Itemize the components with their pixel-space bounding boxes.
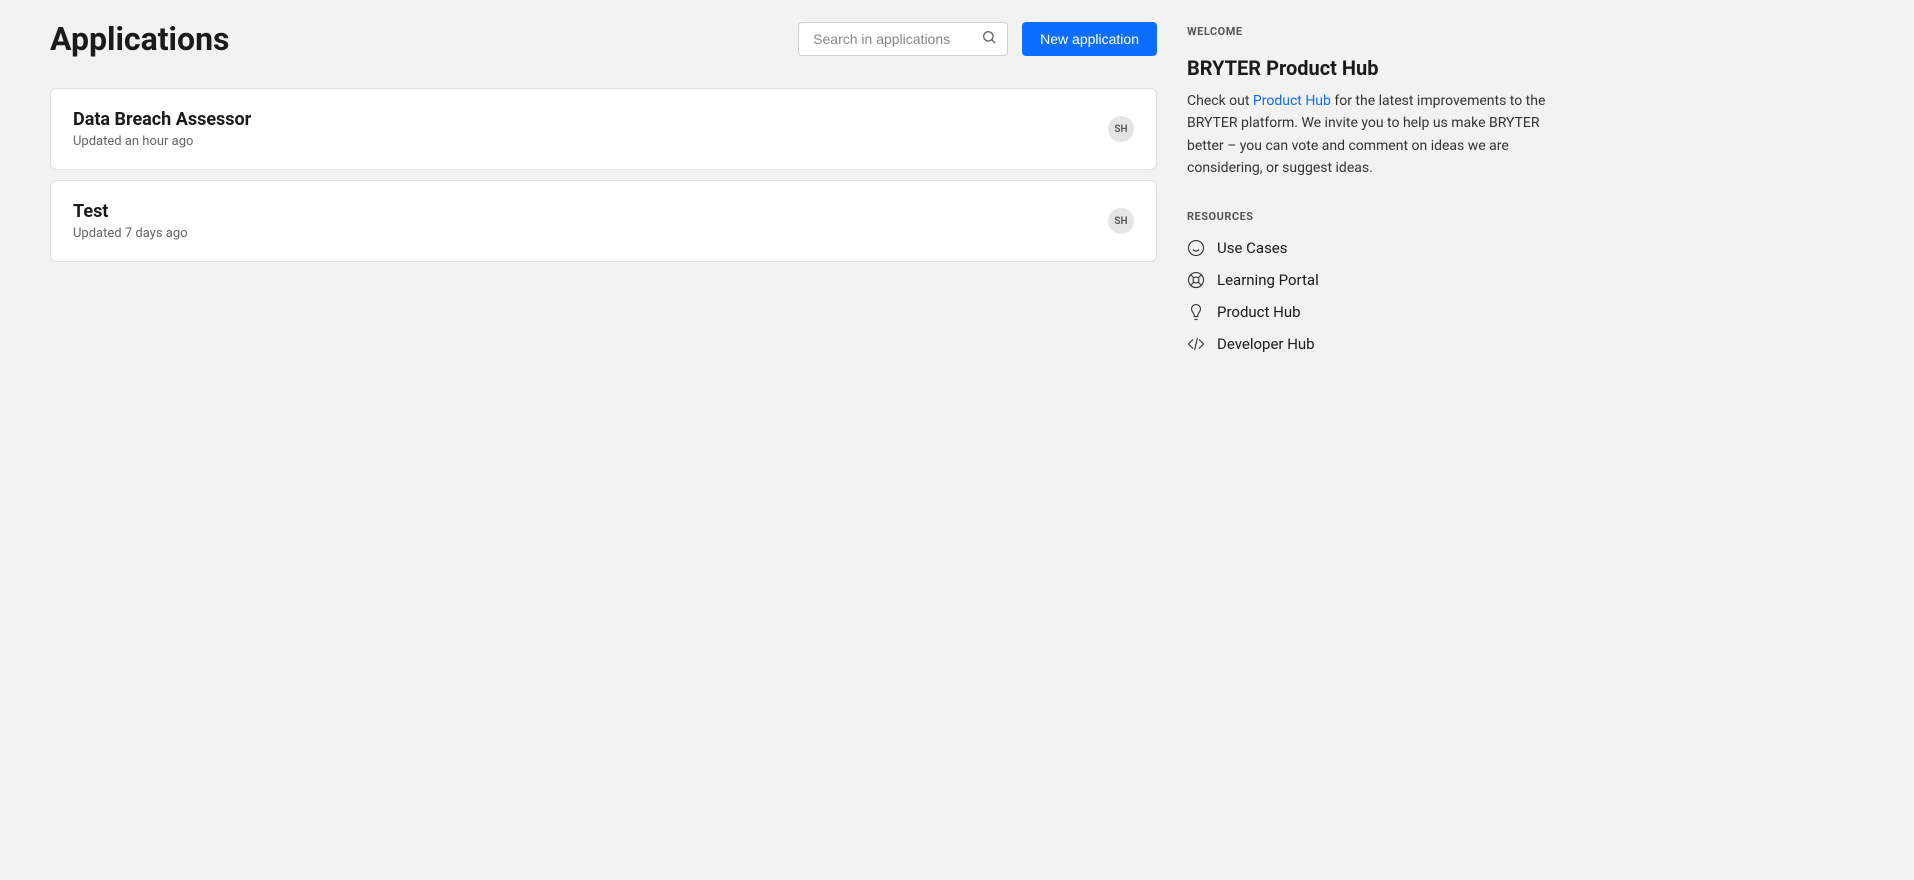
application-card-info: Data Breach Assessor Updated an hour ago [73, 109, 251, 149]
resource-label: Product Hub [1217, 303, 1301, 321]
header-row: Applications New application [50, 20, 1157, 58]
resource-item-product-hub[interactable]: Product Hub [1187, 303, 1557, 321]
application-list: Data Breach Assessor Updated an hour ago… [50, 88, 1157, 262]
code-icon [1187, 335, 1205, 353]
welcome-text: Check out Product Hub for the latest imp… [1187, 90, 1557, 180]
resource-label: Learning Portal [1217, 271, 1319, 289]
welcome-title: BRYTER Product Hub [1187, 56, 1557, 80]
avatar: SH [1108, 116, 1134, 142]
application-card-info: Test Updated 7 days ago [73, 201, 188, 241]
new-application-button[interactable]: New application [1022, 22, 1157, 56]
welcome-text-prefix: Check out [1187, 93, 1253, 109]
lightbulb-icon [1187, 303, 1205, 321]
search-input[interactable] [813, 31, 981, 47]
main-column: Applications New application Data [50, 20, 1157, 353]
resource-label: Developer Hub [1217, 335, 1315, 353]
avatar: SH [1108, 208, 1134, 234]
application-name: Data Breach Assessor [73, 109, 251, 130]
sidebar: WELCOME BRYTER Product Hub Check out Pro… [1187, 20, 1557, 353]
page-title: Applications [50, 20, 229, 58]
application-name: Test [73, 201, 188, 222]
resource-item-developer-hub[interactable]: Developer Hub [1187, 335, 1557, 353]
smile-icon [1187, 239, 1205, 257]
lifebuoy-icon [1187, 271, 1205, 289]
resources-label: RESOURCES [1187, 210, 1557, 223]
welcome-label: WELCOME [1187, 25, 1557, 38]
resource-item-learning-portal[interactable]: Learning Portal [1187, 271, 1557, 289]
application-card[interactable]: Data Breach Assessor Updated an hour ago… [50, 88, 1157, 170]
header-actions: New application [798, 22, 1157, 56]
resource-label: Use Cases [1217, 239, 1288, 257]
resource-item-use-cases[interactable]: Use Cases [1187, 239, 1557, 257]
resource-list: Use Cases Learning Portal Product Hub De… [1187, 239, 1557, 353]
search-box[interactable] [798, 22, 1008, 56]
product-hub-link[interactable]: Product Hub [1253, 93, 1331, 109]
application-card[interactable]: Test Updated 7 days ago SH [50, 180, 1157, 262]
application-updated: Updated 7 days ago [73, 226, 188, 241]
search-icon [981, 29, 997, 49]
application-updated: Updated an hour ago [73, 134, 251, 149]
